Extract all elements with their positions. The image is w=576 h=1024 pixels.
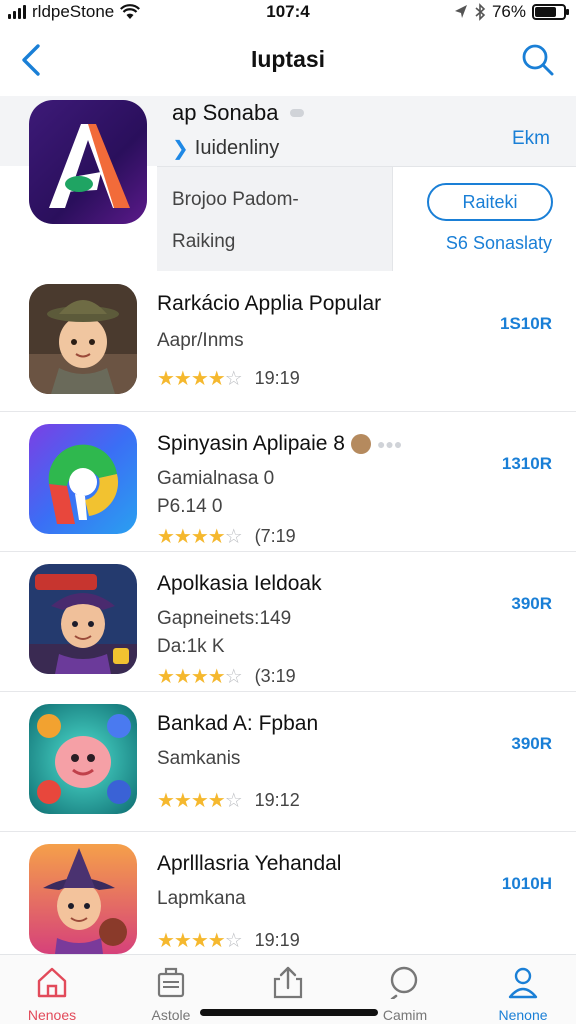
- featured-info: Brojoo Padom- Raiking: [157, 167, 392, 271]
- rating-stars-4: ★★★★☆: [157, 788, 243, 813]
- status-bar: rldpeStone 107:4 76%: [0, 0, 576, 26]
- app-title-2-text: Spinyasin Aplipaie 8: [157, 432, 345, 455]
- rating-4: ★★★★☆ 19:12: [157, 788, 300, 813]
- app-subtitle-2: Gamialnasa 0: [157, 468, 275, 489]
- stars-filled: ★★★★: [157, 930, 226, 952]
- stars-filled: ★★★★: [157, 368, 226, 390]
- featured-size-label: S6 Sonaslaty: [445, 233, 552, 253]
- boy-explorer-avatar-icon: [29, 284, 137, 394]
- stars-empty: ☆: [224, 368, 243, 390]
- app-price-1[interactable]: 1S10R: [500, 314, 552, 334]
- app-subtitle-1: Aapr/Inms: [157, 330, 244, 351]
- featured-detail-panel: Brojoo Padom- Raiking Raiteki S6 Sonasla…: [157, 166, 576, 271]
- app-subtitle-3: Gapneinets:149: [157, 608, 292, 629]
- page-title: Iuptasi: [250, 46, 326, 72]
- app-row-2[interactable]: Spinyasin Aplipaie 8 ●●● Gamialnasa 0 P6…: [0, 412, 576, 552]
- featured-info-line2: Raiking: [172, 231, 236, 252]
- app-subtitle-4: Samkanis: [157, 748, 241, 769]
- featured-app-icon[interactable]: [29, 100, 147, 224]
- app-subtitle-5: Lapmkana: [157, 888, 246, 909]
- featured-app-name: ap Sonaba: [172, 100, 305, 126]
- wizard-boy-avatar-icon: [29, 564, 137, 674]
- verified-dot-icon: [290, 109, 305, 117]
- status-right: 76%: [454, 2, 569, 22]
- app-icon-4[interactable]: [29, 704, 137, 814]
- bluetooth-icon: [475, 3, 486, 21]
- app-icon-3[interactable]: [29, 564, 137, 674]
- app-price-5[interactable]: 1010H: [502, 874, 552, 894]
- stars-empty: ☆: [224, 666, 243, 688]
- featured-get-button[interactable]: Raiteki: [427, 183, 553, 221]
- app-icon-5[interactable]: [29, 844, 137, 954]
- tab-home-label: Nenoes: [27, 1007, 77, 1023]
- featured-app-card[interactable]: ap Sonaba ❯ Iuidenliny Ekm Brojoo Padom-…: [0, 96, 576, 272]
- app-row-4[interactable]: Bankad A: Fpban Samkanis ★★★★☆ 19:12 390…: [0, 692, 576, 832]
- app-title-1: Rarkácio Applia Popular: [157, 292, 382, 315]
- app-title-2: Spinyasin Aplipaie 8 ●●●: [157, 432, 402, 456]
- rating-stars-2: ★★★★☆: [157, 524, 243, 549]
- coin-icon: [350, 434, 371, 454]
- featured-subtitle: ❯ Iuidenliny: [172, 136, 279, 161]
- rating-count-3: (3:19: [254, 666, 296, 686]
- stars-filled: ★★★★: [157, 526, 226, 548]
- tab-profile-label: Nenone: [498, 1007, 548, 1023]
- tab-share[interactable]: [238, 965, 338, 1007]
- rating-count-4: 19:12: [254, 790, 300, 810]
- featured-info-line1: Brojoo Padom-: [172, 189, 299, 210]
- featured-link[interactable]: Ekm: [512, 128, 550, 150]
- stars-filled: ★★★★: [157, 790, 226, 812]
- location-icon: [454, 5, 467, 18]
- tab-home[interactable]: Nenoes: [2, 965, 102, 1023]
- app-meta-2: P6.14 0: [157, 496, 223, 517]
- app-row-5[interactable]: Aprlllasria Yehandal Lapmkana ★★★★☆ 19:1…: [0, 832, 576, 972]
- stars-empty: ☆: [224, 526, 243, 548]
- developer-badge-icon: ❯: [172, 138, 189, 160]
- tab-profile[interactable]: Nenone: [473, 965, 573, 1023]
- app-row-1[interactable]: Rarkácio Applia Popular Aapr/Inms ★★★★☆ …: [0, 272, 576, 412]
- more-dots-icon: ●●●: [376, 436, 403, 452]
- pink-creature-icon: [29, 704, 137, 814]
- stars-empty: ☆: [224, 790, 243, 812]
- featured-name-text: ap Sonaba: [172, 100, 279, 125]
- home-indicator[interactable]: [200, 1009, 378, 1016]
- rating-count-5: 19:19: [254, 930, 300, 950]
- home-icon: [37, 967, 67, 998]
- battery-icon: [532, 4, 569, 20]
- app-price-4[interactable]: 390R: [511, 734, 552, 754]
- briefcase-icon: [157, 967, 185, 998]
- app-icon-2[interactable]: [29, 424, 137, 534]
- app-title-5: Aprlllasria Yehandal: [157, 852, 342, 875]
- featured-subtitle-text: Iuidenliny: [194, 137, 280, 159]
- witch-girl-avatar-icon: [29, 844, 137, 954]
- rating-count-2: (7:19: [254, 526, 296, 546]
- stars-filled: ★★★★: [157, 666, 226, 688]
- colorful-p-logo-icon: [29, 424, 137, 534]
- app-title-4: Bankad A: Fpban: [157, 712, 319, 735]
- nav-bar: Iuptasi: [0, 26, 576, 96]
- rating-3: ★★★★☆ (3:19: [157, 664, 296, 689]
- app-title-3: Apolkasia Ieldoak: [157, 572, 322, 595]
- app-icon-1[interactable]: [29, 284, 137, 394]
- search-button[interactable]: [520, 42, 556, 78]
- letter-a-logo-icon: [49, 124, 130, 208]
- person-icon: [508, 967, 538, 999]
- battery-percent: 76%: [491, 2, 526, 21]
- app-price-2[interactable]: 1310R: [502, 454, 552, 474]
- app-price-3[interactable]: 390R: [511, 594, 552, 614]
- rating-stars-3: ★★★★☆: [157, 664, 243, 689]
- search-icon: [390, 966, 418, 999]
- rating-stars-1: ★★★★☆: [157, 366, 243, 391]
- app-meta-3: Da:1k K: [157, 636, 225, 657]
- rating-count-1: 19:19: [254, 368, 300, 388]
- featured-action: Raiteki S6 Sonaslaty: [392, 167, 576, 271]
- rating-2: ★★★★☆ (7:19: [157, 524, 296, 549]
- rating-5: ★★★★☆ 19:19: [157, 928, 300, 953]
- share-icon: [273, 966, 303, 999]
- search-icon: [522, 44, 554, 76]
- app-row-3[interactable]: Apolkasia Ieldoak Gapneinets:149 Da:1k K…: [0, 552, 576, 692]
- rating-stars-5: ★★★★☆: [157, 928, 243, 953]
- stars-empty: ☆: [224, 930, 243, 952]
- rating-1: ★★★★☆ 19:19: [157, 366, 300, 391]
